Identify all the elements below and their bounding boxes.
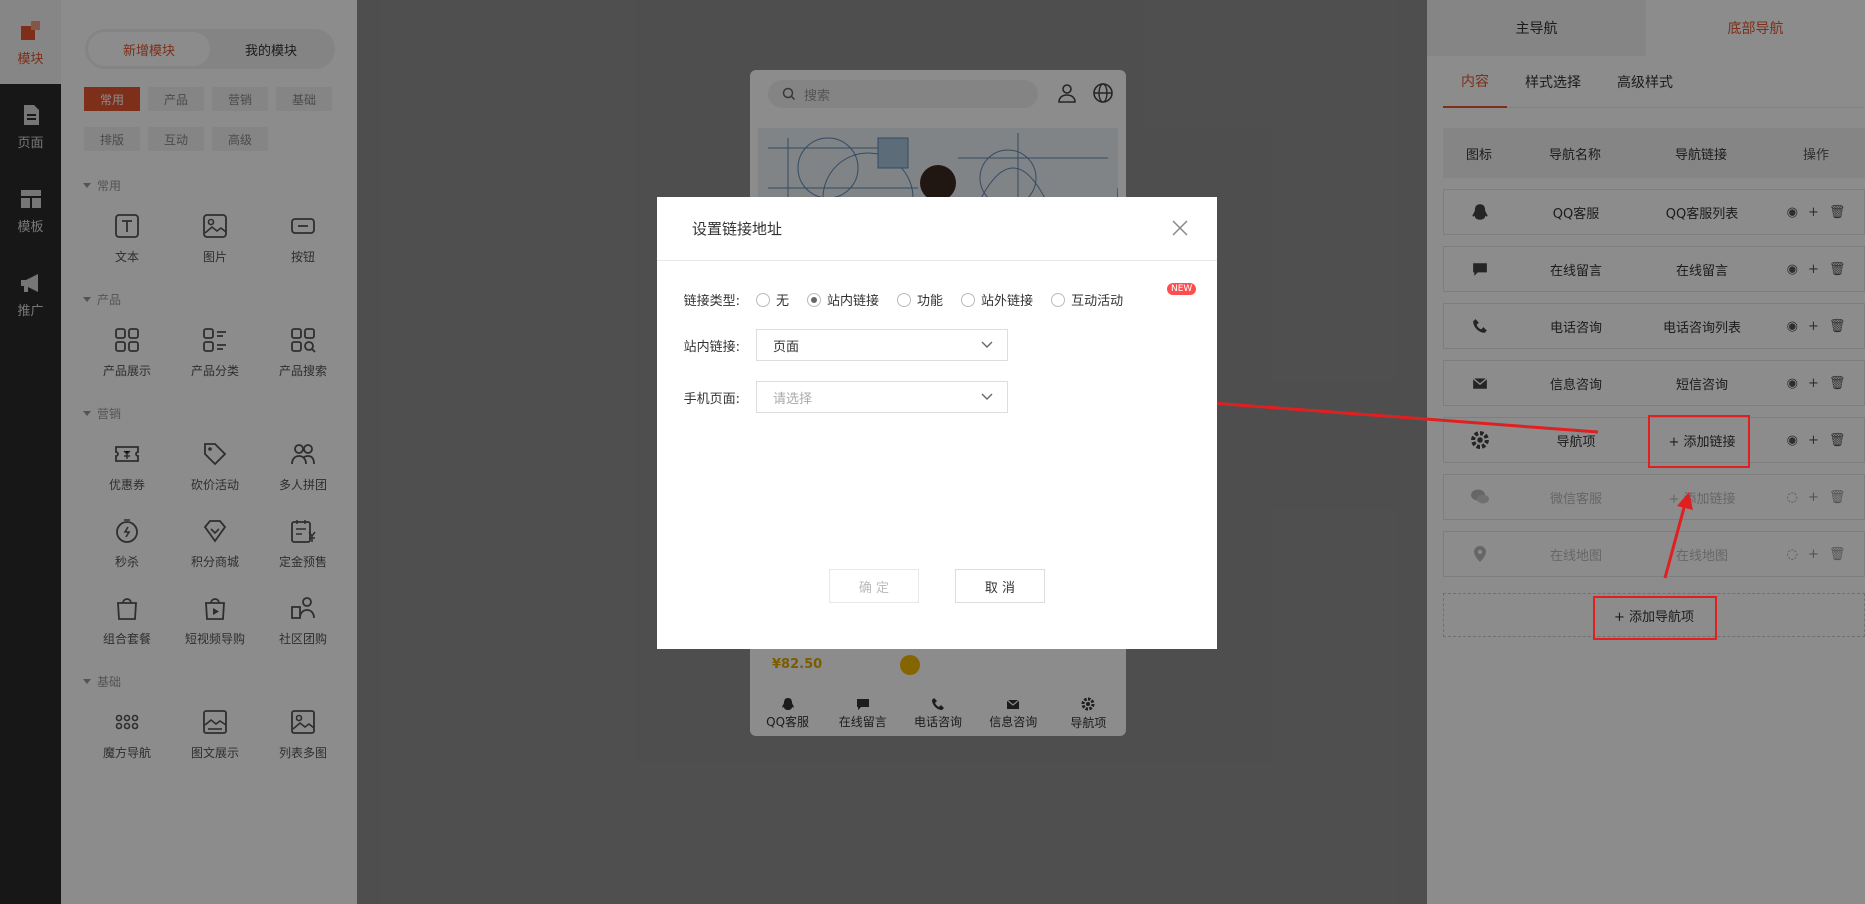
radio-circle xyxy=(897,292,912,307)
radio-label: 站内链接 xyxy=(827,294,880,309)
link-type-label: 链接类型: xyxy=(683,294,740,309)
internal-link-select[interactable]: 页面 xyxy=(756,329,1008,361)
chevron-down-icon xyxy=(981,341,993,348)
internal-link-value: 页面 xyxy=(773,339,800,355)
radio-label: 互动活动 xyxy=(1071,294,1124,309)
mobile-page-select[interactable]: 请选择 xyxy=(756,381,1008,413)
internal-link-row: 站内链接: 页面 xyxy=(657,329,1008,361)
annotation-arrow-up xyxy=(1663,492,1693,579)
radio-internal-link[interactable]: 站内链接 xyxy=(807,290,879,309)
app-root: 模块 页面 模板 推广 新增模块 我的模块 常用 产品 营销 基础 排版 互动 … xyxy=(0,0,1865,904)
radio-circle-checked xyxy=(807,292,822,307)
chevron-down-icon xyxy=(981,393,993,400)
new-badge: NEW xyxy=(1167,283,1197,295)
radio-circle xyxy=(756,292,770,307)
internal-link-label: 站内链接: xyxy=(683,339,740,355)
radio-none[interactable]: 无 xyxy=(756,290,789,309)
radio-circle xyxy=(961,292,976,307)
close-icon[interactable] xyxy=(1171,219,1189,237)
radio-external-link[interactable]: 站外链接 xyxy=(961,290,1033,309)
dialog-header: 设置链接地址 xyxy=(657,197,1217,261)
radio-function[interactable]: 功能 xyxy=(897,290,943,309)
dialog-title: 设置链接地址 xyxy=(692,220,783,238)
radio-label: 无 xyxy=(776,294,790,309)
mobile-page-row: 手机页面: 请选择 xyxy=(657,381,1008,413)
mobile-page-label: 手机页面: xyxy=(683,391,740,407)
link-settings-dialog: 设置链接地址 链接类型: 无 站内链接 功能 站外链接 互动活动 NEW 站内链… xyxy=(657,197,1217,649)
radio-label: 功能 xyxy=(917,294,944,309)
confirm-button[interactable]: 确 定 xyxy=(829,569,919,603)
radio-interactive-activity[interactable]: 互动活动 xyxy=(1051,290,1123,309)
mobile-page-placeholder: 请选择 xyxy=(773,391,813,407)
cancel-button[interactable]: 取 消 xyxy=(955,569,1045,603)
link-type-row: 链接类型: 无 站内链接 功能 站外链接 互动活动 xyxy=(657,290,1141,309)
radio-label: 站外链接 xyxy=(981,294,1034,309)
radio-circle xyxy=(1051,292,1066,307)
